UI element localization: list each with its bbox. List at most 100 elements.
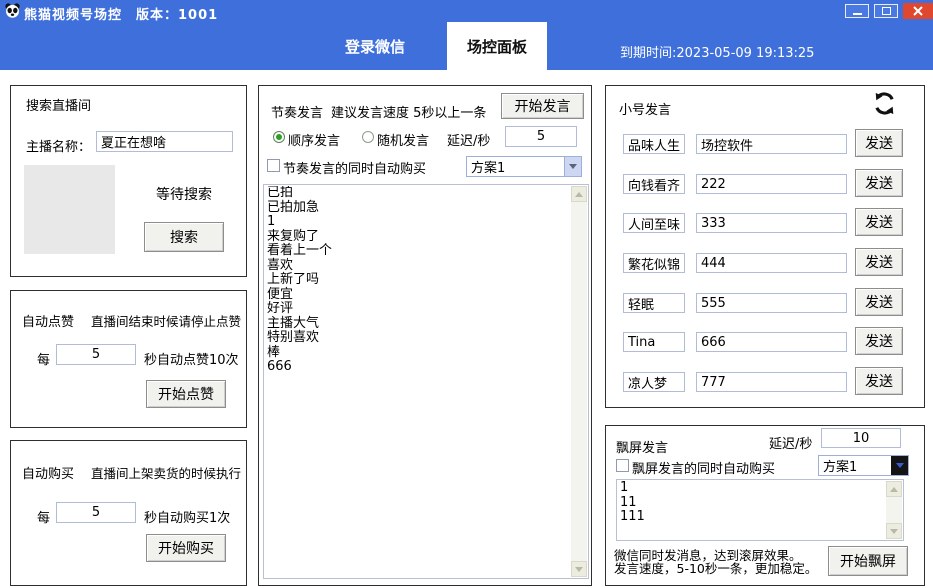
header: 熊猫视频号场控版本：1001 登录微信 场控面板 到期时间:2023-05-09… xyxy=(0,0,933,70)
plan-select[interactable]: 方案1 xyxy=(466,156,582,177)
send-button[interactable]: 发送 xyxy=(855,208,903,236)
panda-logo-icon xyxy=(4,2,21,19)
panel-title: 小号发言 xyxy=(619,99,671,118)
tab-control-panel[interactable]: 场控面板 xyxy=(447,22,547,70)
triangle-down-icon xyxy=(575,567,583,572)
search-button[interactable]: 搜索 xyxy=(144,222,224,252)
start-speech-button[interactable]: 开始发言 xyxy=(501,93,584,119)
float-list-scrollbar[interactable] xyxy=(886,481,902,539)
auto-buy-panel: 自动购买 直播间上架卖货的时候执行 每 秒自动购买1次 开始购买 xyxy=(10,440,247,586)
sequential-speech-radio[interactable] xyxy=(273,131,285,143)
refresh-icon[interactable] xyxy=(871,90,898,117)
send-button[interactable]: 发送 xyxy=(855,367,903,395)
auto-like-panel: 自动点赞 直播间结束时候请停止点赞 每 秒自动点赞10次 开始点赞 xyxy=(10,290,247,428)
triangle-down-icon xyxy=(890,529,898,534)
host-name-input[interactable] xyxy=(96,131,233,152)
small-account-speech-panel: 小号发言 发送 发送 发送 发送 发送 发送 发送 xyxy=(605,85,925,408)
rhythm-hint: 建议发言速度 5秒以上一条 xyxy=(331,102,486,121)
like-interval-input[interactable] xyxy=(56,344,136,365)
auto-buy-while-speech-checkbox[interactable] xyxy=(267,159,280,172)
window-title: 熊猫视频号场控版本：1001 xyxy=(24,4,218,23)
rhythm-list-scrollbar[interactable] xyxy=(571,186,587,577)
every-label: 每 xyxy=(37,349,50,368)
account-name-input[interactable] xyxy=(623,213,685,233)
account-message-input[interactable] xyxy=(696,372,847,392)
send-button[interactable]: 发送 xyxy=(855,129,903,157)
float-info-line2: 发言速度，5-10秒一条，更加稳定。 xyxy=(614,558,817,577)
sequential-speech-label: 顺序发言 xyxy=(288,130,340,149)
panel-title: 自动点赞 xyxy=(22,311,74,330)
panel-title: 飘屏发言 xyxy=(616,437,668,456)
minimize-button[interactable] xyxy=(845,4,869,18)
expiry-time: 到期时间:2023-05-09 19:13:25 xyxy=(620,42,814,61)
host-name-label: 主播名称： xyxy=(26,136,91,155)
app-title: 熊猫视频号场控 xyxy=(24,8,122,23)
float-message-lines: 1 11 111 xyxy=(620,481,885,539)
tab-login-wechat[interactable]: 登录微信 xyxy=(345,36,405,57)
auto-like-hint: 直播间结束时候请停止点赞 xyxy=(91,311,241,330)
close-icon xyxy=(913,6,923,16)
send-button[interactable]: 发送 xyxy=(855,169,903,197)
panel-title: 节奏发言 xyxy=(271,102,323,121)
start-float-button[interactable]: 开始飘屏 xyxy=(828,546,908,576)
triangle-up-icon xyxy=(575,192,583,197)
close-button[interactable] xyxy=(903,3,933,19)
delay-label: 延迟/秒 xyxy=(447,130,490,149)
delay-input[interactable] xyxy=(505,126,577,147)
account-message-input[interactable] xyxy=(696,332,847,352)
float-plan-select-value: 方案1 xyxy=(819,456,891,475)
rhythm-message-lines: 已拍 已拍加急 1 来复购了 看着上一个 喜欢 上新了吗 便宜 好评 主播大气 … xyxy=(267,186,570,577)
auto-buy-while-float-label: 飘屏发言的同时自动购买 xyxy=(632,458,775,477)
float-plan-select[interactable]: 方案1 xyxy=(818,455,909,476)
scroll-down-icon[interactable] xyxy=(886,523,902,539)
live-room-thumbnail xyxy=(24,165,115,254)
send-button[interactable]: 发送 xyxy=(855,248,903,276)
account-name-input[interactable] xyxy=(623,332,685,352)
maximize-icon xyxy=(882,7,891,15)
panel-title: 自动购买 xyxy=(22,463,74,482)
account-message-input[interactable] xyxy=(696,293,847,313)
buy-suffix-label: 秒自动购买1次 xyxy=(144,507,230,526)
send-button[interactable]: 发送 xyxy=(855,288,903,316)
auto-buy-while-speech-label: 节奏发言的同时自动购买 xyxy=(283,158,426,177)
app-version: 版本：1001 xyxy=(136,8,218,23)
maximize-button[interactable] xyxy=(874,4,898,18)
float-delay-input[interactable] xyxy=(821,428,901,448)
account-message-input[interactable] xyxy=(696,134,847,154)
minimize-icon xyxy=(853,13,862,15)
auto-buy-hint: 直播间上架卖货的时候执行 xyxy=(91,463,241,482)
scroll-up-icon[interactable] xyxy=(886,481,902,497)
triangle-up-icon xyxy=(890,487,898,492)
app-window: 熊猫视频号场控版本：1001 登录微信 场控面板 到期时间:2023-05-09… xyxy=(0,0,933,588)
account-name-input[interactable] xyxy=(623,134,685,154)
float-message-list[interactable]: 1 11 111 xyxy=(616,479,904,541)
random-speech-radio[interactable] xyxy=(362,131,374,143)
chevron-down-icon xyxy=(569,164,577,169)
account-message-input[interactable] xyxy=(696,174,847,194)
account-name-input[interactable] xyxy=(623,174,685,194)
scroll-up-icon[interactable] xyxy=(571,186,587,202)
panel-title: 搜索直播间 xyxy=(26,95,91,114)
send-button[interactable]: 发送 xyxy=(855,327,903,355)
start-like-button[interactable]: 开始点赞 xyxy=(146,380,226,408)
account-message-input[interactable] xyxy=(696,213,847,233)
plan-select-dropdown-button[interactable] xyxy=(564,157,581,176)
rhythm-speech-panel: 节奏发言 建议发言速度 5秒以上一条 开始发言 顺序发言 随机发言 延迟/秒 节… xyxy=(258,85,592,586)
random-speech-label: 随机发言 xyxy=(377,130,429,149)
float-plan-dropdown-button[interactable] xyxy=(891,456,908,475)
rhythm-message-list[interactable]: 已拍 已拍加急 1 来复购了 看着上一个 喜欢 上新了吗 便宜 好评 主播大气 … xyxy=(263,184,589,579)
account-name-input[interactable] xyxy=(623,293,685,313)
like-suffix-label: 秒自动点赞10次 xyxy=(144,349,239,368)
scroll-down-icon[interactable] xyxy=(571,561,587,577)
buy-interval-input[interactable] xyxy=(56,502,136,523)
search-status-text: 等待搜索 xyxy=(156,184,212,204)
float-screen-speech-panel: 飘屏发言 延迟/秒 飘屏发言的同时自动购买 方案1 1 11 111 微信同时发… xyxy=(605,425,925,586)
account-message-input[interactable] xyxy=(696,253,847,273)
chevron-down-icon xyxy=(896,463,904,468)
search-live-room-panel: 搜索直播间 主播名称： 等待搜索 搜索 xyxy=(10,85,247,277)
auto-buy-while-float-checkbox[interactable] xyxy=(616,459,629,472)
plan-select-value: 方案1 xyxy=(467,157,564,176)
account-name-input[interactable] xyxy=(623,253,685,273)
account-name-input[interactable] xyxy=(623,372,685,392)
start-buy-button[interactable]: 开始购买 xyxy=(146,534,226,562)
